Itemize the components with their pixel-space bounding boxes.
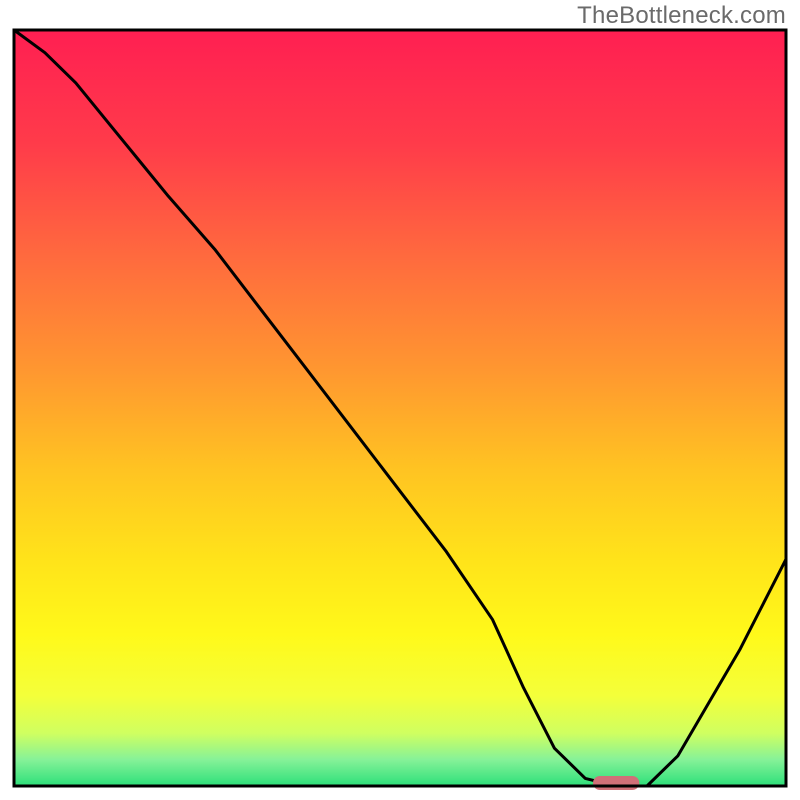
optimal-range-marker (593, 776, 639, 790)
chart-container: TheBottleneck.com (0, 0, 800, 800)
plot-background (14, 30, 786, 786)
bottleneck-chart (0, 0, 800, 800)
